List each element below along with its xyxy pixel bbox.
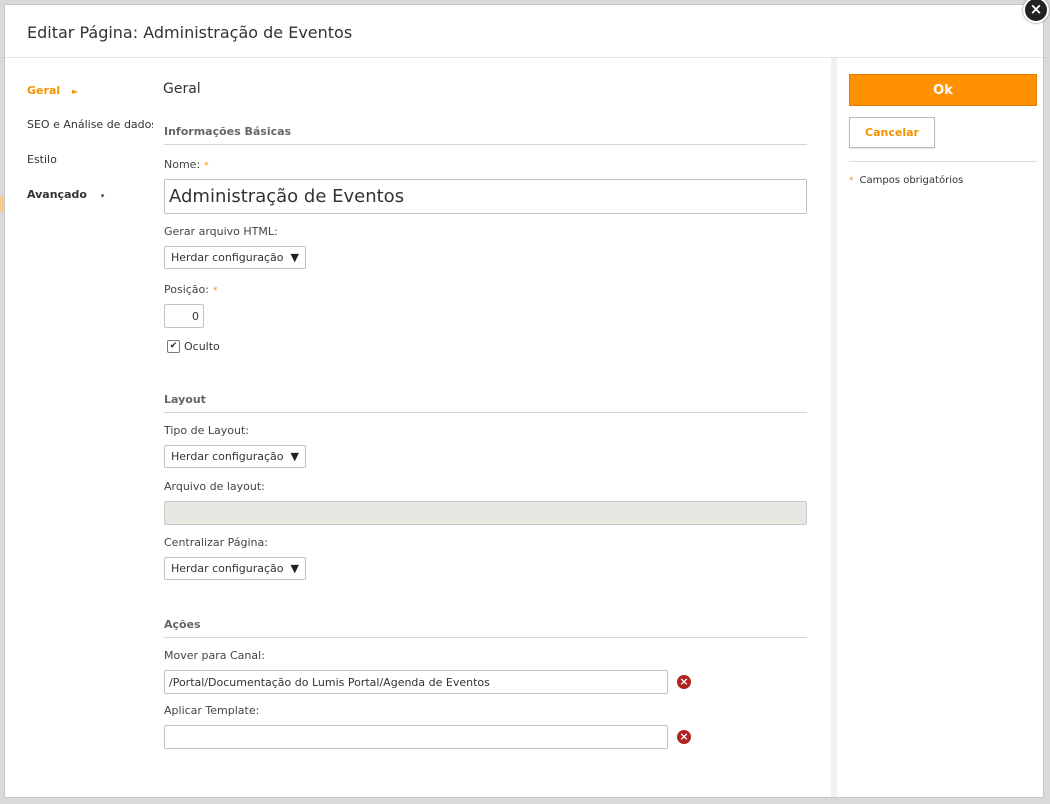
required-icon: * xyxy=(204,161,209,171)
divider xyxy=(849,161,1037,162)
hidden-checkbox-row: ✔ Oculto xyxy=(167,340,220,353)
hidden-checkbox[interactable]: ✔ xyxy=(167,340,180,353)
group-title-actions: Ações xyxy=(164,618,807,638)
clear-template-icon[interactable]: × xyxy=(677,730,691,744)
center-page-select[interactable]: Herdar configuração ▼ xyxy=(164,557,306,580)
left-nav: Geral ► SEO e Análise de dados Estilo Av… xyxy=(5,58,157,797)
required-icon: * xyxy=(212,286,218,296)
layout-file-label: Arquivo de layout: xyxy=(164,480,265,493)
hidden-checkbox-label: Oculto xyxy=(184,340,220,353)
ok-button[interactable]: Ok xyxy=(849,74,1037,106)
layout-type-select-value: Herdar configuração xyxy=(171,450,284,463)
nav-item-label: Avançado xyxy=(27,188,87,201)
layout-file-input xyxy=(164,501,807,525)
dialog-titlebar: Editar Página: Administração de Eventos xyxy=(5,5,1043,58)
nav-item-label: SEO e Análise de dados xyxy=(27,118,158,131)
position-label-text: Posição: xyxy=(164,283,209,296)
html-select[interactable]: Herdar configuração ▼ xyxy=(164,246,306,269)
nav-item-label: Geral xyxy=(27,84,61,97)
required-legend: * Campos obrigatórios xyxy=(849,175,963,186)
position-label: Posição: * xyxy=(164,283,217,296)
main-form: Geral Informações Básicas Nome:* Gerar a… xyxy=(153,58,831,792)
name-label: Nome: * xyxy=(164,158,209,171)
move-channel-label: Mover para Canal: xyxy=(164,649,265,662)
name-input[interactable] xyxy=(164,179,807,214)
center-page-select-value: Herdar configuração xyxy=(171,562,284,575)
action-panel: Ok Cancelar * Campos obrigatórios xyxy=(831,58,1043,797)
close-icon[interactable]: × xyxy=(1023,0,1049,23)
nav-item-avancado[interactable]: Avançado ▾ xyxy=(27,188,104,201)
clear-channel-icon[interactable]: × xyxy=(677,675,691,689)
apply-template-label: Aplicar Template: xyxy=(164,704,260,717)
edit-page-dialog: Editar Página: Administração de Eventos … xyxy=(4,0,1049,798)
dropdown-arrow-icon: ▼ xyxy=(290,450,299,463)
position-input[interactable] xyxy=(164,304,204,328)
apply-template-input[interactable] xyxy=(164,725,668,749)
group-title-layout: Layout xyxy=(164,393,807,413)
html-select-value: Herdar configuração xyxy=(171,251,284,264)
section-title: Geral xyxy=(163,81,201,97)
dialog-title: Editar Página: Administração de Eventos xyxy=(27,23,353,42)
required-legend-text: Campos obrigatórios xyxy=(859,175,964,186)
html-label: Gerar arquivo HTML: xyxy=(164,225,278,238)
dropdown-arrow-icon: ▼ xyxy=(290,562,299,575)
layout-type-select[interactable]: Herdar configuração ▼ xyxy=(164,445,306,468)
nav-item-label: Estilo xyxy=(27,153,57,166)
center-page-label: Centralizar Página: xyxy=(164,536,268,549)
nav-item-geral[interactable]: Geral ► xyxy=(27,84,78,97)
move-channel-input[interactable] xyxy=(164,670,668,694)
nav-item-estilo[interactable]: Estilo xyxy=(27,153,57,166)
group-title-basic: Informações Básicas xyxy=(164,125,807,145)
layout-type-label: Tipo de Layout: xyxy=(164,424,249,437)
dropdown-arrow-icon: ▼ xyxy=(290,251,299,264)
name-label-text: Nome: xyxy=(164,158,201,171)
required-icon: * xyxy=(849,176,854,186)
caret-down-icon: ▾ xyxy=(100,192,105,200)
triangle-right-icon: ► xyxy=(71,87,79,96)
nav-item-seo[interactable]: SEO e Análise de dados xyxy=(27,118,157,131)
cancel-button[interactable]: Cancelar xyxy=(849,117,935,148)
